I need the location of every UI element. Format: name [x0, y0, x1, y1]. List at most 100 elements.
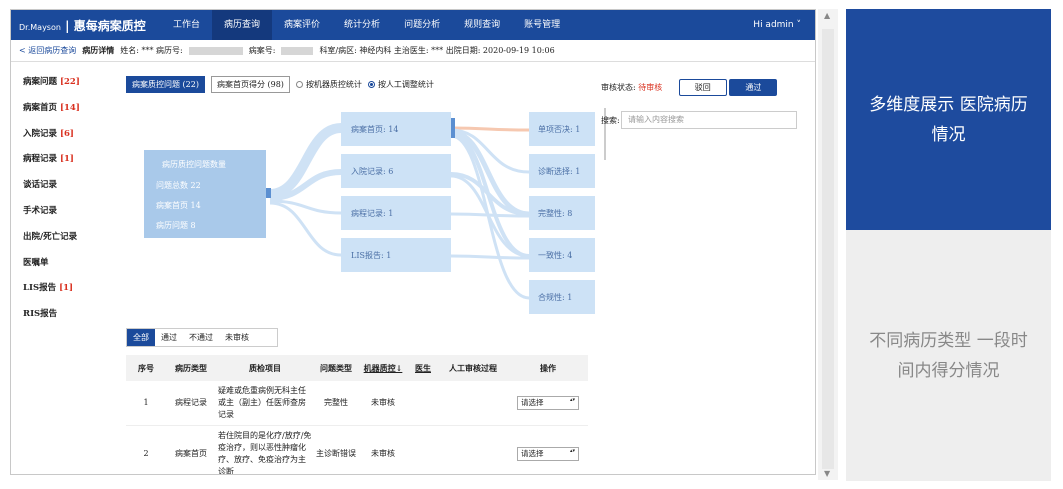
cell-type: 病程记录 [166, 381, 216, 426]
tab-unreviewed[interactable]: 未审核 [219, 329, 255, 346]
search-input[interactable]: 请输入内容搜索 [621, 111, 797, 129]
sidebar: 病案问题 [22] 病案首页 [14] 入院记录 [6] 病程记录 [1] 谈话… [11, 70, 115, 328]
page-scrollbar[interactable]: ▲ ▼ [818, 9, 838, 480]
scroll-up-icon[interactable]: ▲ [824, 11, 830, 20]
source-title: 病历质控问题数量 [162, 159, 226, 169]
radio-manual-stats[interactable]: 按人工调整统计 [367, 79, 434, 90]
cell-type: 病案首页 [166, 425, 216, 474]
col-type: 病历类型 [166, 355, 216, 381]
review-panel: 审核状态: 待审核 驳回 通过 搜索: 请输入内容搜索 [601, 79, 811, 129]
cell-issue: 主诊断错误 [314, 425, 358, 474]
action-select[interactable]: 请选择 [517, 447, 579, 461]
col-issue: 问题类型 [314, 355, 358, 381]
col-no: 序号 [126, 355, 166, 381]
user-menu[interactable]: Hi admin ˅ [753, 20, 815, 30]
col-process: 人工审核过程 [438, 355, 508, 381]
app-screen: Dr.Mayson | 惠每病案质控 工作台 病历查询 病案评价 统计分析 问题… [10, 9, 816, 475]
redacted-case-no [281, 46, 314, 55]
nav-account[interactable]: 账号管理 [512, 10, 572, 40]
cell-machine: 未审核 [358, 425, 408, 474]
cell-action: 请选择 [508, 381, 588, 426]
sankey-diagram: 病历质控问题数量 问题总数 22 病案首页 14 病历问题 8 病案首页: 14… [144, 112, 595, 314]
cell-machine: 未审核 [358, 381, 408, 426]
sidebar-item-progress[interactable]: 病程记录 [1] [11, 147, 115, 173]
reject-button[interactable]: 驳回 [678, 79, 727, 96]
sidebar-item-talk[interactable]: 谈话记录 [11, 173, 115, 199]
problem-table-area: 全部 通过 不通过 未审核 序号 病历类型 质检项目 问题类型 机器质控↓ 医生… [126, 328, 596, 474]
scroll-down-icon[interactable]: ▼ [824, 469, 830, 478]
right-node-compliance: 合规性: 1 [538, 292, 572, 302]
sidebar-item-problems[interactable]: 病案问题 [22] [11, 70, 115, 96]
case-no-label: 病案号: [248, 46, 276, 55]
nav-record-evaluation[interactable]: 病案评价 [272, 10, 332, 40]
scroll-thumb[interactable] [822, 29, 834, 469]
cell-no: 1 [126, 381, 166, 426]
nav-workbench[interactable]: 工作台 [161, 10, 212, 40]
right-node-diagnosis: 诊断选择: 1 [538, 166, 580, 176]
right-node-consistency: 一致性: 4 [538, 250, 572, 260]
sidebar-item-homepage[interactable]: 病案首页 [14] [11, 96, 115, 122]
tab-failed[interactable]: 不通过 [183, 329, 219, 346]
dept-info: 科室/病区: 神经内科 主治医生: *** 出院日期: 2020-09-19 1… [319, 46, 555, 55]
search-label: 搜索: [601, 116, 620, 125]
cell-doctor [408, 425, 438, 474]
middle-node-lis: LIS报告: 1 [351, 250, 391, 260]
feature-panel-inactive[interactable]: 不同病历类型 一段时间内得分情况 [846, 230, 1051, 481]
chart-area: 病案质控问题 (22) 病案首页得分 (98) 按机器质控统计 按人工调整统计 [126, 76, 596, 314]
sidebar-item-surgery[interactable]: 手术记录 [11, 199, 115, 225]
action-select[interactable]: 请选择 [517, 396, 579, 410]
filter-tabs: 全部 通过 不通过 未审核 [126, 328, 278, 347]
stats-tabs: 病案质控问题 (22) 病案首页得分 (98) 按机器质控统计 按人工调整统计 [126, 76, 596, 93]
nav-rule-query[interactable]: 规则查询 [452, 10, 512, 40]
cell-doctor [408, 381, 438, 426]
sidebar-item-admission[interactable]: 入院记录 [6] [11, 122, 115, 148]
tab-passed[interactable]: 通过 [155, 329, 183, 346]
cell-item: 若住院目的是化疗/放疗/免疫治疗，则以恶性肿瘤化疗、放疗、免疫治疗为主诊断 [216, 425, 314, 474]
feature-panel-active-text: 多维度展示 医院病历情况 [869, 94, 1028, 145]
nav-record-query[interactable]: 病历查询 [212, 10, 273, 40]
middle-node-admission: 入院记录: 6 [351, 166, 393, 176]
sidebar-item-lis[interactable]: LIS报告 [1] [11, 276, 115, 302]
table-row: 2 病案首页 若住院目的是化疗/放疗/免疫治疗，则以恶性肿瘤化疗、放疗、免疫治疗… [126, 425, 588, 474]
cell-issue: 完整性 [314, 381, 358, 426]
table-row: 1 病程记录 疑难或危重病例无科主任或主（副主）任医师查房记录 完整性 未审核 … [126, 381, 588, 426]
radio-checked-icon [367, 81, 375, 88]
cell-action: 请选择 [508, 425, 588, 474]
review-status-value: 待审核 [638, 83, 663, 92]
patient-info-bar: < 返回病历查询 病历详情 姓名: *** 病历号: 病案号: 科室/病区: 神… [11, 40, 815, 62]
feature-panel-active[interactable]: 多维度展示 医院病历情况 [846, 9, 1051, 230]
table-header-row: 序号 病历类型 质检项目 问题类型 机器质控↓ 医生 人工审核过程 操作 [126, 355, 588, 381]
logo: Dr.Mayson | 惠每病案质控 [19, 18, 146, 33]
middle-node-homepage: 病案首页: 14 [351, 124, 398, 134]
feature-panel-inactive-text: 不同病历类型 一段时间内得分情况 [869, 330, 1028, 381]
radio-machine-stats[interactable]: 按机器质控统计 [295, 79, 362, 90]
tab-homepage-score[interactable]: 病案首页得分 (98) [210, 76, 290, 93]
sidebar-item-discharge[interactable]: 出院/死亡记录 [11, 225, 115, 251]
col-machine-sort[interactable]: 机器质控↓ [358, 355, 408, 381]
top-nav: Dr.Mayson | 惠每病案质控 工作台 病历查询 病案评价 统计分析 问题… [11, 10, 815, 40]
col-action: 操作 [508, 355, 588, 381]
sidebar-item-orders[interactable]: 医嘱单 [11, 251, 115, 277]
sidebar-item-ris[interactable]: RIS报告 [11, 302, 115, 328]
col-doctor[interactable]: 医生 [408, 355, 438, 381]
page-title: 病历详情 [82, 45, 115, 55]
source-line-record: 病历问题 8 [156, 220, 196, 230]
radio-icon [295, 81, 303, 88]
approve-button[interactable]: 通过 [729, 79, 778, 96]
patient-name: 姓名: *** 病历号: [120, 46, 183, 55]
problem-table: 序号 病历类型 质检项目 问题类型 机器质控↓ 医生 人工审核过程 操作 1 病… [126, 355, 588, 474]
sankey-right-nodes: 单项否决: 1 诊断选择: 1 完整性: 8 一致性: 4 合规性: 1 [529, 112, 595, 314]
tab-qc-problems[interactable]: 病案质控问题 (22) [126, 76, 205, 93]
review-status-label: 审核状态: [601, 83, 636, 92]
source-line-total: 问题总数 22 [156, 180, 201, 190]
col-item: 质检项目 [216, 355, 314, 381]
tab-all[interactable]: 全部 [127, 329, 155, 346]
nav-statistics[interactable]: 统计分析 [332, 10, 392, 40]
nav-problem-analysis[interactable]: 问题分析 [392, 10, 452, 40]
sankey-middle-nodes: 病案首页: 14 入院记录: 6 病程记录: 1 LIS报告: 1 [341, 112, 455, 272]
cell-item: 疑难或危重病例无科主任或主（副主）任医师查房记录 [216, 381, 314, 426]
right-node-completeness: 完整性: 8 [538, 208, 572, 218]
back-link[interactable]: < 返回病历查询 [19, 45, 76, 56]
cell-no: 2 [126, 425, 166, 474]
right-node-veto: 单项否决: 1 [538, 124, 580, 134]
